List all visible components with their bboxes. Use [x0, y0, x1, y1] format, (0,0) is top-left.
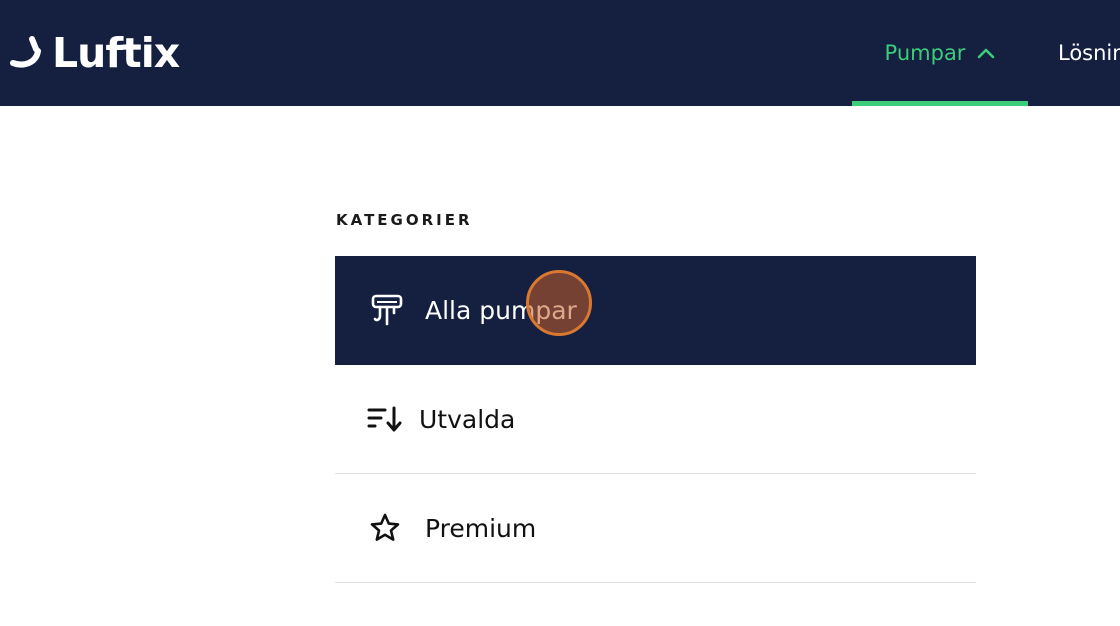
- star-icon: [361, 508, 409, 548]
- logo-mark-icon: [10, 36, 41, 68]
- categories-heading: KATEGORIER: [336, 211, 473, 229]
- pump-icon: [363, 290, 411, 330]
- nav-item-losning[interactable]: Lösning: [1058, 0, 1120, 106]
- nav-item-pumpar[interactable]: Pumpar: [852, 0, 1028, 106]
- nav-item-losning-label: Lösning: [1058, 41, 1120, 65]
- nav-active-indicator: [852, 101, 1028, 106]
- sort-descending-icon: [361, 399, 409, 439]
- chevron-up-icon: [977, 47, 995, 59]
- category-list: Alla pumpar Utvalda Premium: [335, 256, 976, 583]
- logo-text: Luftix: [52, 29, 180, 77]
- nav-item-pumpar-label: Pumpar: [884, 41, 966, 65]
- category-label: Alla pumpar: [425, 295, 577, 325]
- category-item-premium[interactable]: Premium: [335, 474, 976, 583]
- category-label: Utvalda: [419, 404, 516, 434]
- top-navigation-bar: Luftix Pumpar Lösning: [0, 0, 1120, 106]
- category-item-alla-pumpar[interactable]: Alla pumpar: [335, 256, 976, 365]
- category-item-utvalda[interactable]: Utvalda: [335, 365, 976, 474]
- logo[interactable]: Luftix: [10, 29, 180, 77]
- category-label: Premium: [425, 513, 537, 543]
